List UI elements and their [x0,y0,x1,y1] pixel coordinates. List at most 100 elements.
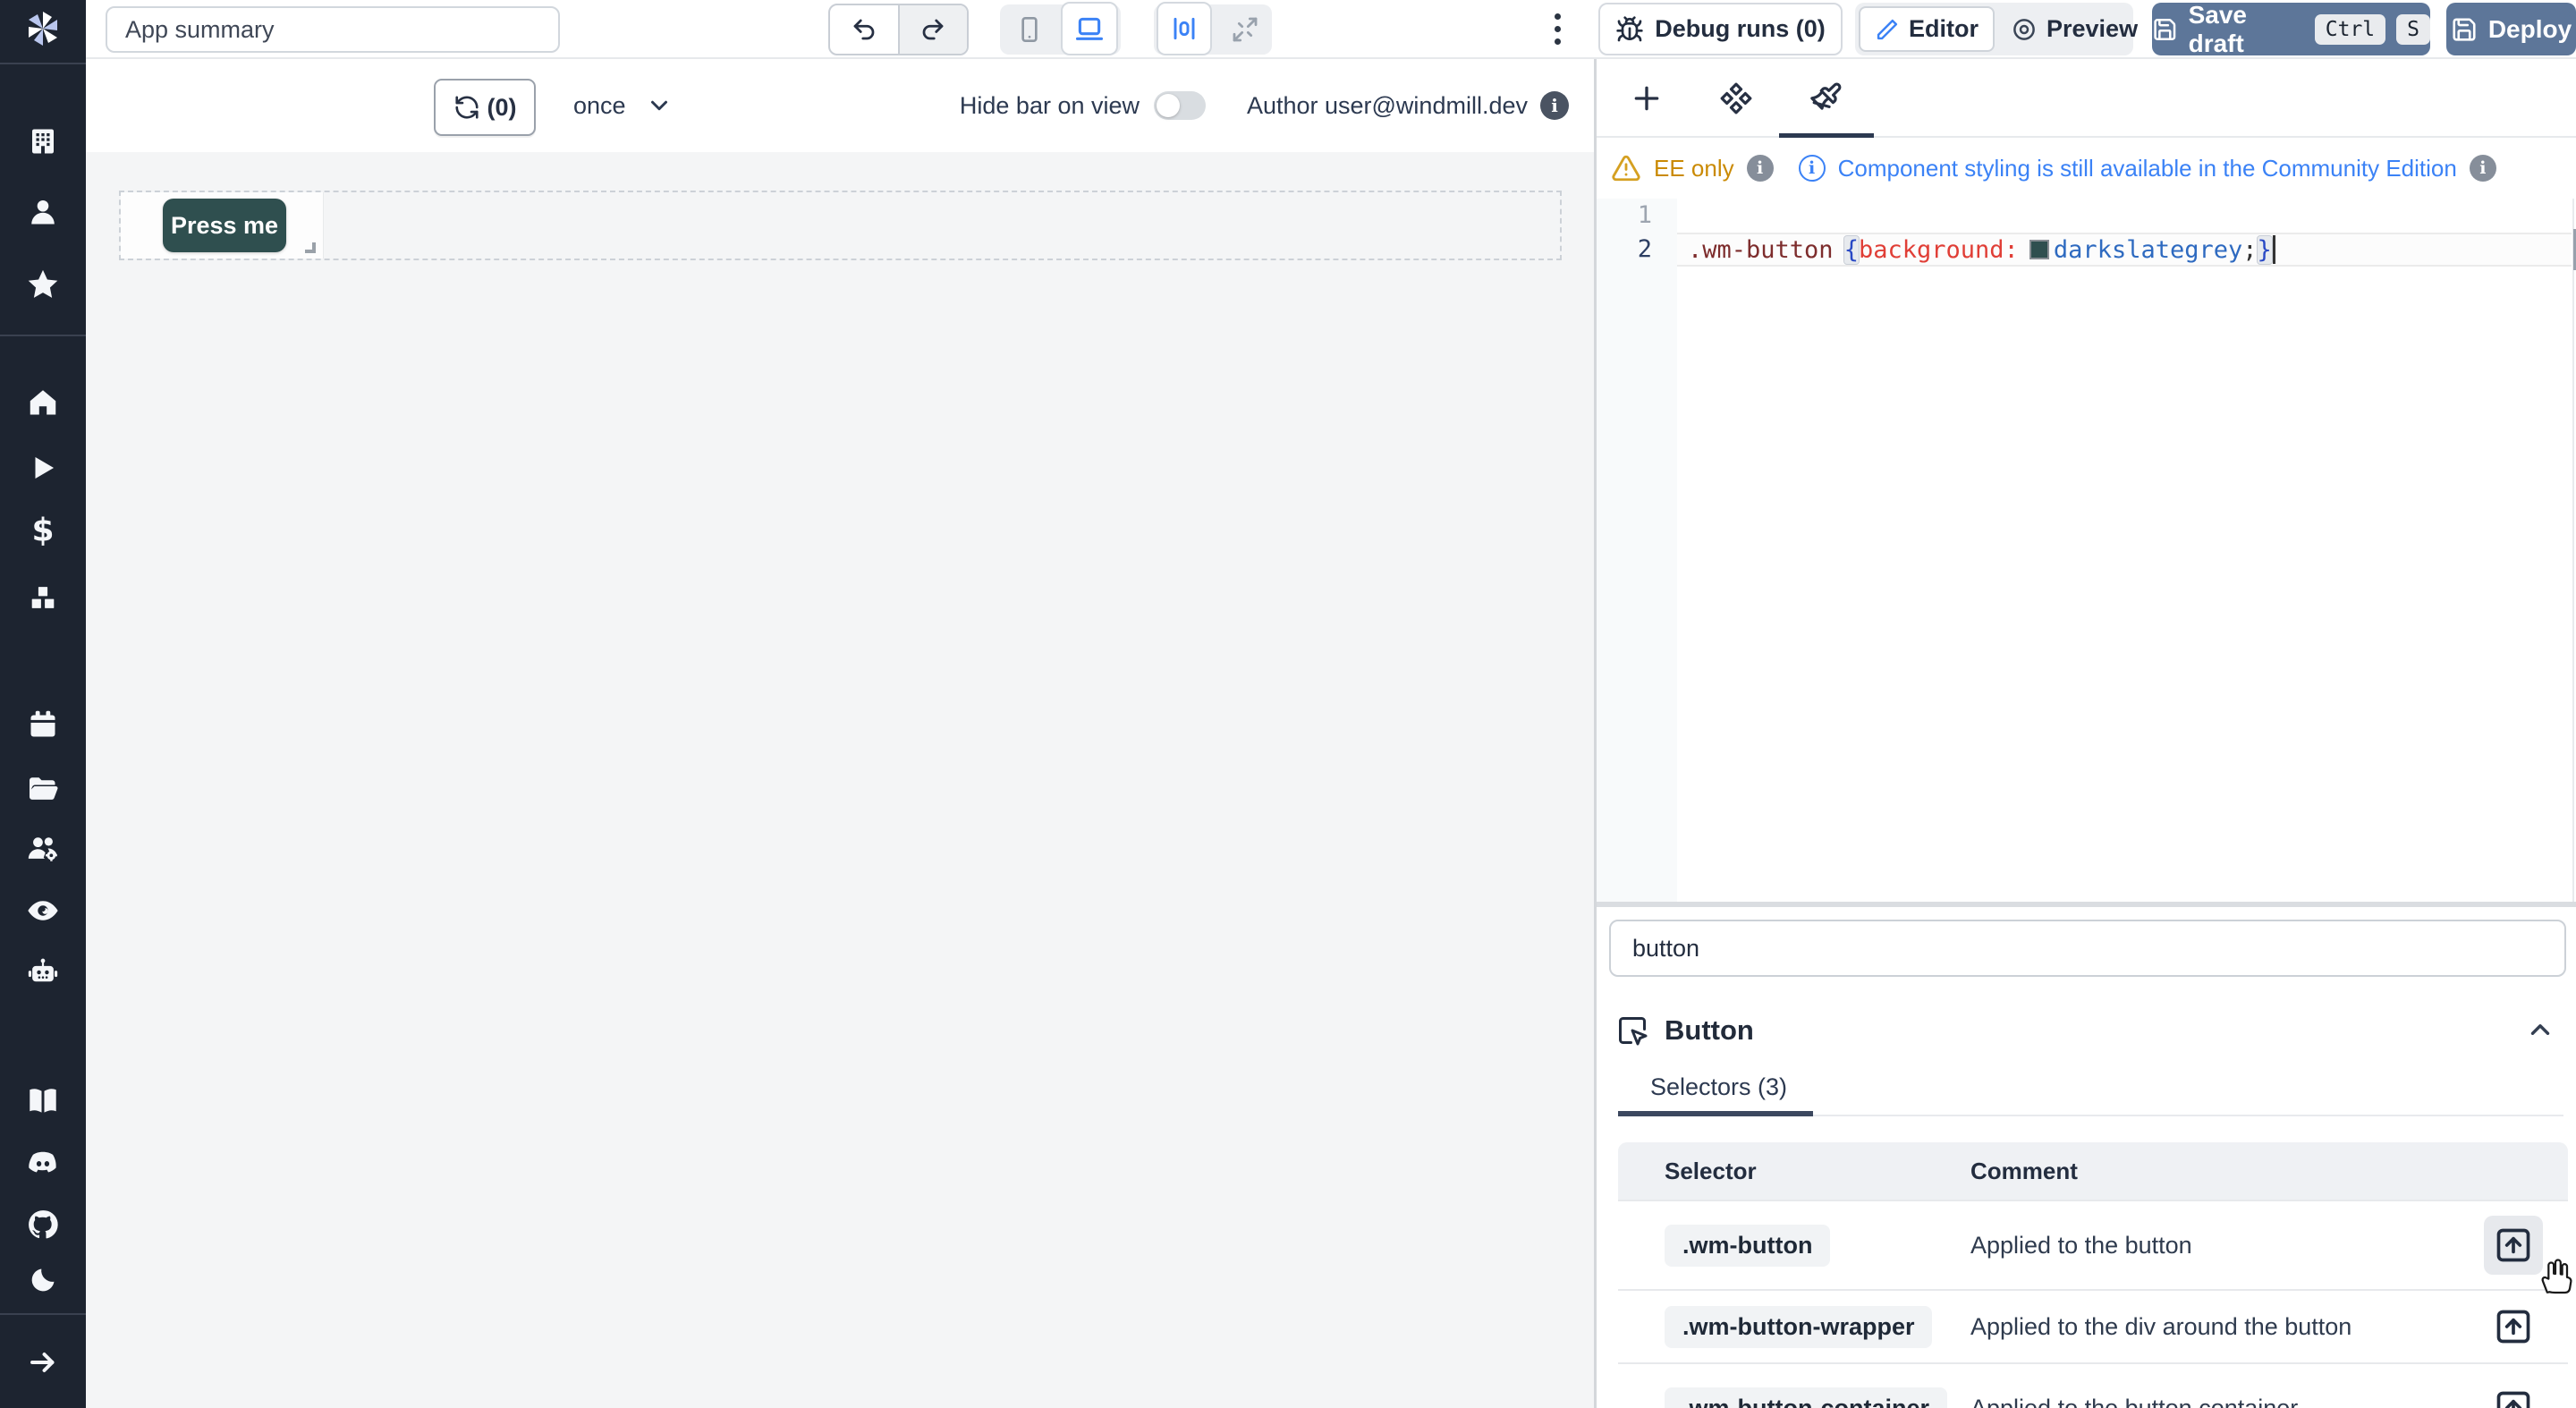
toggle-knob [1157,94,1180,117]
kbd-ctrl: Ctrl [2315,14,2385,45]
apply-selector-button[interactable] [2493,1225,2534,1266]
tab-selectors[interactable]: Selectors (3) [1650,1073,1787,1101]
mobile-view-button[interactable] [1000,15,1059,44]
tab-preview[interactable]: Preview [1996,6,2152,52]
editor-scrollbar[interactable] [2572,199,2576,902]
selectors-table: Selector Comment .wm-button Applied to t… [1618,1142,2568,1408]
collapse-section-button[interactable] [2525,1014,2555,1045]
sidebar-item-runs[interactable] [25,450,61,486]
info-icon[interactable]: i [1540,91,1569,120]
sidebar-item-groups[interactable] [25,830,61,866]
play-icon [28,453,58,483]
sidebar-item-workers[interactable] [25,954,61,990]
deploy-button[interactable]: Deploy [2446,3,2576,55]
windmill-logo-icon[interactable] [21,7,64,50]
sidebar-item-favorites[interactable] [25,267,61,302]
info-icon[interactable]: i [2470,155,2496,182]
sidebar: $ [0,0,86,1408]
tab-editor[interactable]: Editor [1859,6,1995,52]
desktop-view-button[interactable] [1061,2,1118,55]
sidebar-item-workspace[interactable] [25,123,61,159]
hide-bar-toggle[interactable] [1154,91,1206,120]
selector-comment: Applied to the div around the button [1970,1313,2351,1341]
sidebar-expand-button[interactable] [25,1344,61,1380]
sidebar-item-folders[interactable] [25,771,61,807]
app-summary-input[interactable] [106,6,560,53]
sidebar-item-github[interactable] [25,1207,61,1243]
save-draft-button[interactable]: Save draft Ctrl S [2152,3,2430,55]
save-icon [2451,16,2478,43]
smartphone-icon [1015,15,1044,44]
undo-redo-group [828,4,969,55]
tab-components[interactable] [1715,77,1758,120]
center-layout-button[interactable] [1157,2,1212,55]
folder-icon [27,773,59,805]
sidebar-divider [0,335,86,336]
component-search-input[interactable] [1609,920,2566,977]
redo-icon [919,16,946,43]
save-draft-label: Save draft [2189,1,2304,58]
sidebar-divider [0,1313,86,1315]
user-icon [27,196,59,228]
component-icon [1719,81,1753,115]
redo-button[interactable] [898,5,968,54]
sidebar-item-user[interactable] [25,194,61,230]
app-editor: $ [0,0,2576,1408]
sidebar-item-variables[interactable]: $ [25,513,61,548]
run-mode-dropdown[interactable]: once [573,59,673,152]
line-number: 2 [1597,233,1652,267]
debug-runs-label: Debug runs (0) [1655,15,1826,43]
tab-styling[interactable] [1804,77,1847,120]
selector-comment: Applied to the button [1970,1232,2192,1260]
sidebar-item-docs[interactable] [25,1082,61,1118]
user-group-gear-icon [26,831,60,865]
press-me-button[interactable]: Press me [163,199,286,252]
apply-selector-button[interactable] [2493,1306,2534,1347]
refresh-button[interactable]: (0) [434,79,536,136]
book-icon [27,1084,59,1116]
ee-only-badge: EE only [1654,155,1734,182]
author-label: Author user@windmill.dev [1247,92,1528,120]
canvas-header: (0) once Hide bar on view Author user@wi… [86,59,1594,152]
cubes-icon [27,581,59,614]
chevron-down-icon [646,92,673,119]
arrow-up-square-icon [2494,1307,2533,1346]
component-section-header[interactable]: Button [1616,1009,1754,1052]
sidebar-item-home[interactable] [25,385,61,420]
undo-button[interactable] [830,5,898,54]
sidebar-item-audit[interactable] [25,893,61,929]
selector-comment: Applied to the button container [1970,1395,2298,1408]
resize-handle-icon[interactable] [305,242,316,253]
css-code-editor[interactable]: 1 2 .wm-button{background:darkslategrey;… [1597,199,2576,902]
sidebar-item-resources[interactable] [25,580,61,615]
col-comment: Comment [1970,1158,2078,1185]
color-swatch[interactable] [2029,240,2049,259]
apply-selector-button[interactable] [2493,1387,2534,1408]
info-icon[interactable]: i [1799,155,1826,182]
editor-gutter [1597,199,1677,902]
button-component-cell[interactable]: Press me [121,192,324,259]
kbd-s: S [2396,14,2430,45]
code-line[interactable]: .wm-button{background:darkslategrey;} [1688,233,2275,267]
fullscreen-button[interactable] [1222,15,1268,44]
sidebar-item-discord[interactable] [25,1145,61,1181]
line-number: 1 [1597,199,1652,233]
close-brace-token: } [2258,236,2272,264]
tab-add-component[interactable] [1625,77,1668,120]
panel-splitter[interactable] [1597,902,2576,907]
selector-badge: .wm-button-wrapper [1665,1306,1932,1348]
styling-panel: EE only i i Component styling is still a… [1594,59,2576,1408]
more-menu-button[interactable] [1553,13,1562,45]
sidebar-item-theme[interactable] [25,1262,61,1298]
undo-icon [851,16,877,43]
warning-icon [1611,153,1641,183]
top-toolbar: Debug runs (0) Editor Preview Save dra [86,0,2576,59]
svg-text:$: $ [31,514,54,547]
app-canvas[interactable]: (0) once Hide bar on view Author user@wi… [86,59,1594,1408]
refresh-count: (0) [487,94,517,122]
debug-runs-button[interactable]: Debug runs (0) [1598,3,1843,55]
run-mode-label: once [573,92,626,120]
info-icon[interactable]: i [1747,155,1774,182]
tab-preview-label: Preview [2046,15,2138,43]
sidebar-item-schedules[interactable] [25,707,61,742]
